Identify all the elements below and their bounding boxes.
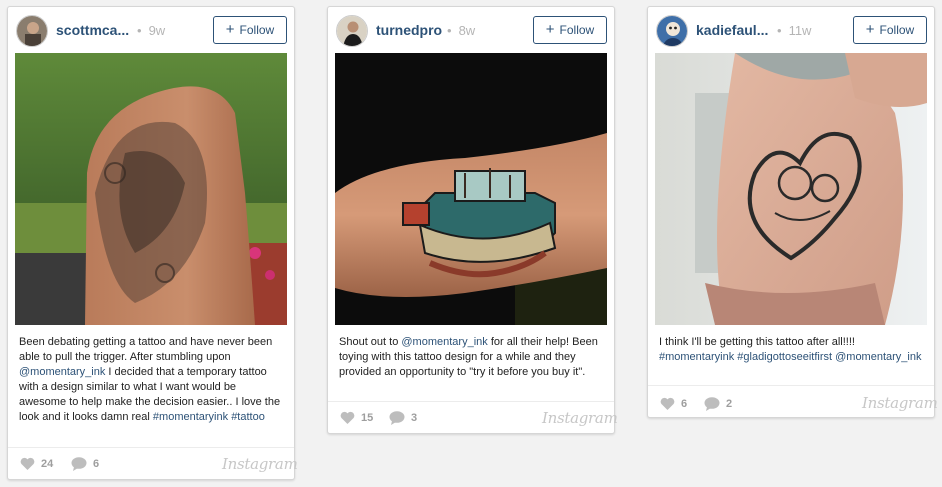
post-photo[interactable] xyxy=(15,53,287,325)
divider xyxy=(328,401,614,402)
post-age-value: 8w xyxy=(458,23,476,38)
avatar[interactable] xyxy=(336,15,368,47)
post-caption: Been debating getting a tattoo and have … xyxy=(19,335,285,425)
caption-hashtag[interactable]: #momentaryink xyxy=(153,411,228,423)
caption-mention[interactable]: @momentary_ink xyxy=(401,336,487,348)
plus-icon: + xyxy=(545,21,555,38)
post-age: • 8w xyxy=(447,23,475,38)
comment-count[interactable]: 6 xyxy=(71,457,99,471)
separator-dot: • xyxy=(447,23,452,38)
follow-button[interactable]: + Follow xyxy=(213,16,287,44)
like-count[interactable]: 6 xyxy=(660,397,687,410)
divider xyxy=(8,447,294,448)
caption-text: Shout out to xyxy=(339,336,402,348)
like-count-value: 24 xyxy=(41,457,54,470)
caption-text: Been debating getting a tattoo and have … xyxy=(19,336,273,363)
caption-hashtag[interactable]: #momentaryink xyxy=(659,351,734,363)
instagram-logo[interactable]: Instagram xyxy=(222,455,298,473)
post-card: scottmca... • 9w + Follow Been debating … xyxy=(7,6,298,480)
caption-hashtag[interactable]: #gladigottoseeitfirst xyxy=(737,351,832,363)
separator-dot: • xyxy=(137,23,142,38)
post-photo[interactable] xyxy=(335,53,607,325)
heart-icon xyxy=(340,411,355,424)
instagram-logo[interactable]: Instagram xyxy=(542,409,618,427)
comment-count-value: 2 xyxy=(726,398,733,410)
like-count[interactable]: 15 xyxy=(340,411,373,424)
follow-label: Follow xyxy=(879,23,915,37)
plus-icon: + xyxy=(225,21,235,38)
instagram-logo[interactable]: Instagram xyxy=(862,394,938,412)
follow-label: Follow xyxy=(239,23,275,37)
post-card: turnedpro • 8w + Follow Shout out to @mo… xyxy=(327,6,618,434)
caption-text: I think I'll be getting this tattoo afte… xyxy=(659,336,855,348)
username[interactable]: scottmca... xyxy=(56,22,129,38)
avatar[interactable] xyxy=(656,15,688,47)
like-count-value: 6 xyxy=(681,397,688,410)
post-card: kadiefaul... • 11w + Follow I think I'll… xyxy=(647,6,938,418)
comment-count[interactable]: 3 xyxy=(389,411,417,425)
divider xyxy=(648,385,934,386)
comment-count-value: 6 xyxy=(93,458,100,470)
username[interactable]: turnedpro xyxy=(376,22,442,38)
comment-count-value: 3 xyxy=(411,412,418,424)
post-age-value: 11w xyxy=(788,23,812,38)
username[interactable]: kadiefaul... xyxy=(696,22,768,38)
post-header: scottmca... • 9w + Follow xyxy=(8,7,294,55)
post-header: turnedpro • 8w + Follow xyxy=(328,7,614,55)
avatar[interactable] xyxy=(16,15,48,47)
post-caption: I think I'll be getting this tattoo afte… xyxy=(659,335,925,365)
follow-label: Follow xyxy=(559,23,595,37)
follow-button[interactable]: + Follow xyxy=(853,16,927,44)
follow-button[interactable]: + Follow xyxy=(533,16,607,44)
comment-count[interactable]: 2 xyxy=(704,397,732,411)
like-count-value: 15 xyxy=(361,411,374,424)
post-age: • 9w xyxy=(137,23,165,38)
heart-icon xyxy=(660,397,675,410)
post-age-value: 9w xyxy=(148,23,166,38)
comment-bubble-icon xyxy=(389,411,405,425)
comment-bubble-icon xyxy=(71,457,87,471)
like-count[interactable]: 24 xyxy=(20,457,53,470)
post-caption: Shout out to @momentary_ink for all thei… xyxy=(339,335,605,380)
heart-icon xyxy=(20,457,35,470)
comment-bubble-icon xyxy=(704,397,720,411)
plus-icon: + xyxy=(865,21,875,38)
caption-hashtag[interactable]: #tattoo xyxy=(231,411,265,423)
post-header: kadiefaul... • 11w + Follow xyxy=(648,7,934,55)
post-photo[interactable] xyxy=(655,53,927,325)
caption-mention[interactable]: @momentary_ink xyxy=(835,351,921,363)
caption-mention[interactable]: @momentary_ink xyxy=(19,366,105,378)
post-age: • 11w xyxy=(777,23,811,38)
separator-dot: • xyxy=(777,23,782,38)
